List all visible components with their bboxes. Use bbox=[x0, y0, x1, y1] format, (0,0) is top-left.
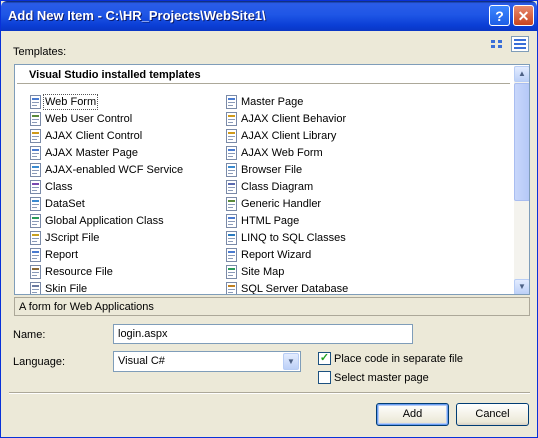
template-item-label: AJAX Master Page bbox=[45, 147, 138, 159]
template-item-label: HTML Page bbox=[241, 215, 300, 227]
cancel-button[interactable]: Cancel bbox=[456, 403, 529, 426]
report-wizard-icon bbox=[225, 248, 239, 262]
template-item-label: SQL Server Database bbox=[241, 283, 349, 295]
template-item-label: Site Map bbox=[241, 266, 285, 278]
language-select[interactable]: Visual C# ▼ bbox=[113, 351, 301, 372]
chevron-down-icon[interactable]: ▼ bbox=[283, 353, 299, 370]
templates-group-header: Visual Studio installed templates bbox=[29, 69, 201, 81]
generic-handler-icon bbox=[225, 197, 239, 211]
template-item-label: Skin File bbox=[45, 283, 88, 295]
dataset-icon bbox=[29, 197, 43, 211]
templates-list: Web Form Web User Control AJAX Client Cont… bbox=[15, 88, 515, 295]
template-item-label: Browser File bbox=[241, 164, 303, 176]
large-icons-view-button[interactable] bbox=[489, 37, 507, 53]
template-item-label: LINQ to SQL Classes bbox=[241, 232, 346, 244]
checkmark-icon: ✓ bbox=[319, 352, 330, 364]
templates-scrollbar[interactable]: ▲ ▼ bbox=[514, 66, 529, 294]
place-code-checkbox[interactable]: ✓ bbox=[318, 352, 331, 365]
linq-icon bbox=[225, 231, 239, 245]
template-description-box: A form for Web Applications bbox=[14, 297, 530, 316]
scroll-down-button[interactable]: ▼ bbox=[514, 279, 529, 294]
ajax-master-page-icon bbox=[29, 146, 43, 160]
templates-label: Templates: bbox=[13, 46, 67, 58]
scroll-thumb[interactable] bbox=[514, 83, 529, 201]
name-label: Name: bbox=[13, 329, 46, 341]
browser-file-icon bbox=[225, 163, 239, 177]
template-item-label: AJAX Client Behavior bbox=[241, 113, 347, 125]
report-icon bbox=[29, 248, 43, 262]
dialog-title: Add New Item - C:\HR_Projects\WebSite1\ bbox=[8, 8, 266, 23]
template-item-label: Resource File bbox=[45, 266, 113, 278]
templates-list-panel: Visual Studio installed templates Web Fo… bbox=[14, 64, 530, 295]
template-item-label: Master Page bbox=[241, 96, 304, 108]
class-diagram-icon bbox=[225, 180, 239, 194]
sql-database-icon bbox=[225, 282, 239, 294]
template-item-label: Class bbox=[45, 181, 73, 193]
ajax-client-library-icon bbox=[225, 129, 239, 143]
template-item-label: AJAX Client Library bbox=[241, 130, 337, 142]
ajax-client-behavior-icon bbox=[225, 112, 239, 126]
template-item-label: AJAX Web Form bbox=[241, 147, 323, 159]
group-header-divider bbox=[17, 83, 510, 84]
template-item-label: DataSet bbox=[45, 198, 85, 210]
web-form-icon bbox=[29, 95, 43, 109]
skin-file-icon bbox=[29, 282, 43, 294]
add-new-item-dialog: Add New Item - C:\HR_Projects\WebSite1\ … bbox=[0, 0, 538, 438]
jscript-icon bbox=[29, 231, 43, 245]
select-master-page-checkbox[interactable] bbox=[318, 371, 331, 384]
template-item-label: AJAX-enabled WCF Service bbox=[45, 164, 184, 176]
small-icons-icon bbox=[514, 39, 526, 49]
small-icons-view-button[interactable] bbox=[511, 36, 529, 52]
language-label: Language: bbox=[13, 356, 65, 368]
master-page-icon bbox=[225, 95, 239, 109]
wcf-service-icon bbox=[29, 163, 43, 177]
template-item-label: Report bbox=[45, 249, 79, 261]
add-button[interactable]: Add bbox=[376, 403, 449, 426]
class-icon bbox=[29, 180, 43, 194]
language-select-value: Visual C# bbox=[118, 355, 165, 367]
scroll-up-button[interactable]: ▲ bbox=[514, 66, 529, 82]
site-map-icon bbox=[225, 265, 239, 279]
title-bar[interactable]: Add New Item - C:\HR_Projects\WebSite1\ … bbox=[1, 1, 537, 31]
template-item-label: AJAX Client Control bbox=[45, 130, 143, 142]
select-master-page-label: Select master page bbox=[334, 372, 429, 384]
help-button[interactable]: ? bbox=[489, 5, 510, 26]
place-code-label: Place code in separate file bbox=[334, 353, 464, 365]
ajax-client-control-icon bbox=[29, 129, 43, 143]
template-item-label: Global Application Class bbox=[45, 215, 164, 227]
template-item-label: Generic Handler bbox=[241, 198, 322, 210]
template-item-label: Report Wizard bbox=[241, 249, 312, 261]
resource-file-icon bbox=[29, 265, 43, 279]
template-description: A form for Web Applications bbox=[19, 301, 154, 313]
template-item-label: Web Form bbox=[43, 94, 99, 110]
template-item-label: JScript File bbox=[45, 232, 100, 244]
global-app-icon bbox=[29, 214, 43, 228]
user-control-icon bbox=[29, 112, 43, 126]
name-input[interactable]: login.aspx bbox=[113, 324, 413, 344]
name-input-value: login.aspx bbox=[118, 328, 168, 340]
template-item-label: Web User Control bbox=[45, 113, 133, 125]
html-page-icon bbox=[225, 214, 239, 228]
template-item-label: Class Diagram bbox=[241, 181, 314, 193]
close-button[interactable]: ✕ bbox=[513, 5, 534, 26]
large-icons-icon bbox=[491, 40, 502, 48]
footer-divider-highlight bbox=[9, 393, 530, 394]
ajax-web-form-icon bbox=[225, 146, 239, 160]
